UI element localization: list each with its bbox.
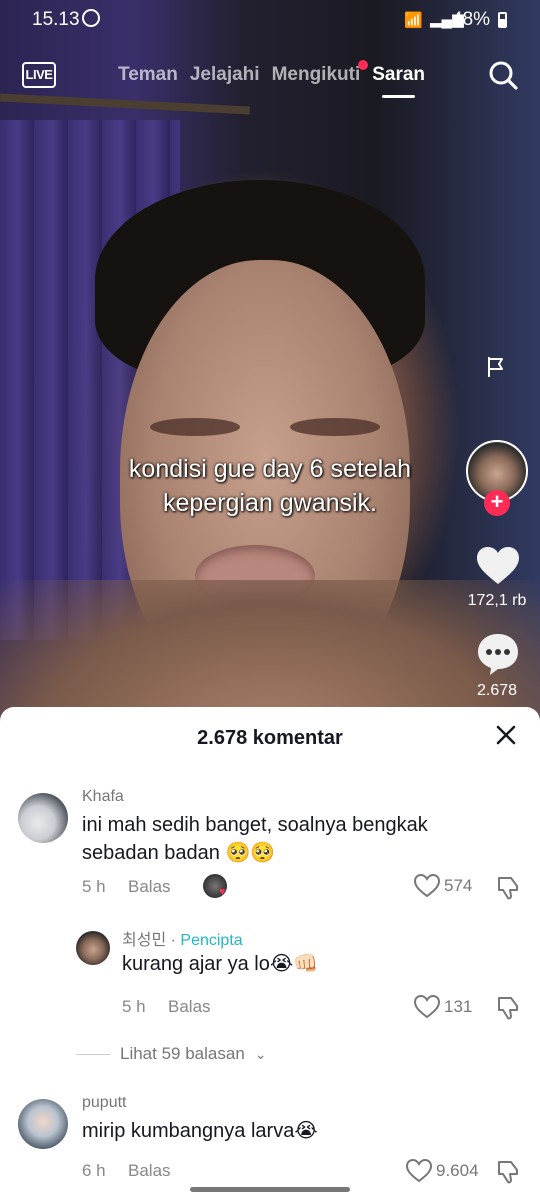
reply-button[interactable]: Balas bbox=[128, 877, 171, 897]
comment-count: 2.678 bbox=[476, 682, 518, 699]
comment-like-count: 131 bbox=[444, 997, 473, 1016]
video-player[interactable] bbox=[0, 0, 540, 720]
comment-like-button[interactable]: 9.604 bbox=[406, 1159, 479, 1183]
comment-text-line: sebadan badan 🥺🥺 bbox=[82, 842, 276, 864]
reply-button[interactable]: Balas bbox=[168, 997, 211, 1017]
view-replies-label: Lihat 59 balasan bbox=[120, 1044, 245, 1063]
comment-text-line: ini mah sedih banget, soalnya bengkak bbox=[82, 814, 428, 836]
reply-button[interactable]: Balas bbox=[128, 1161, 171, 1181]
creator-badge: Pencipta bbox=[180, 932, 243, 949]
follow-plus-button[interactable]: + bbox=[484, 490, 510, 516]
video-subject-eye bbox=[290, 418, 380, 436]
tab-mengikuti-label: Mengikuti bbox=[271, 64, 361, 85]
report-flag-icon[interactable] bbox=[484, 355, 508, 379]
caption-line: kondisi gue day 6 setelah bbox=[128, 455, 412, 483]
tab-teman[interactable]: Teman bbox=[118, 64, 178, 86]
comment-bubble-icon[interactable] bbox=[476, 632, 520, 676]
divider bbox=[76, 1053, 110, 1055]
live-icon[interactable]: LIVE bbox=[22, 62, 56, 88]
video-caption: kondisi gue day 6 setelah kepergian gwan… bbox=[0, 452, 540, 520]
comment-text: kurang ajar ya lo😭👊🏻 bbox=[122, 953, 319, 975]
tab-mengikuti[interactable]: Mengikuti bbox=[271, 60, 369, 86]
comment-time: 5 h bbox=[122, 997, 146, 1016]
tab-jelajahi[interactable]: Jelajahi bbox=[190, 64, 260, 86]
avatar[interactable] bbox=[76, 931, 110, 965]
comment-username[interactable]: puputt bbox=[82, 1094, 126, 1112]
search-icon[interactable] bbox=[488, 60, 518, 90]
comment-text: mirip kumbangnya larva😭 bbox=[82, 1120, 318, 1142]
notification-dot bbox=[358, 60, 369, 70]
close-icon[interactable] bbox=[494, 723, 518, 747]
username-separator: · bbox=[166, 932, 181, 949]
home-indicator[interactable] bbox=[190, 1187, 350, 1192]
heart-outline-icon bbox=[406, 1159, 432, 1183]
comment-username[interactable]: 최성민 bbox=[122, 932, 166, 949]
avatar[interactable] bbox=[18, 793, 68, 843]
wifi-icon: 📶 bbox=[404, 12, 423, 29]
like-count: 172,1 rb bbox=[467, 592, 527, 609]
comment-like-count: 9.604 bbox=[436, 1161, 479, 1180]
view-replies-button[interactable]: Lihat 59 balasan ⌄ bbox=[76, 1044, 267, 1064]
comment-like-button[interactable]: 574 bbox=[414, 874, 472, 898]
comment-time: 5 h bbox=[82, 877, 106, 896]
status-time: 15.13 bbox=[32, 9, 80, 30]
creator-liked-heart-icon: ♥ bbox=[219, 886, 226, 898]
comment-time: 6 h bbox=[82, 1161, 106, 1180]
comment-username[interactable]: Khafa bbox=[82, 788, 124, 806]
whatsapp-icon bbox=[82, 9, 100, 27]
comments-sheet: 2.678 komentar Khafa ini mah sedih bange… bbox=[0, 707, 540, 1200]
dislike-icon[interactable] bbox=[496, 875, 522, 901]
comment-text: ini mah sedih banget, soalnya bengkak se… bbox=[82, 811, 428, 867]
like-heart-icon[interactable] bbox=[476, 546, 520, 586]
battery-icon bbox=[498, 12, 507, 28]
dislike-icon[interactable] bbox=[496, 1159, 522, 1185]
heart-outline-icon bbox=[414, 874, 440, 898]
tab-saran[interactable]: Saran bbox=[372, 64, 425, 98]
dislike-icon[interactable] bbox=[496, 995, 522, 1021]
comment-username-row: 최성민 · Pencipta bbox=[122, 926, 243, 950]
comment-like-button[interactable]: 131 bbox=[414, 995, 472, 1019]
comment-like-count: 574 bbox=[444, 876, 473, 895]
battery-percent: 48% bbox=[452, 9, 491, 30]
feed-tabs: Teman Jelajahi Mengikuti Saran bbox=[118, 60, 425, 98]
video-subject-eye bbox=[150, 418, 240, 436]
avatar[interactable] bbox=[18, 1099, 68, 1149]
caption-line: kepergian gwansik. bbox=[162, 489, 377, 517]
comments-title: 2.678 komentar bbox=[197, 727, 343, 749]
top-navigation: LIVE Teman Jelajahi Mengikuti Saran bbox=[0, 54, 540, 104]
status-bar: 15.13 📶 ▂▄▆ 48% bbox=[0, 0, 540, 40]
chevron-down-icon: ⌄ bbox=[254, 1045, 267, 1062]
heart-outline-icon bbox=[414, 995, 440, 1019]
